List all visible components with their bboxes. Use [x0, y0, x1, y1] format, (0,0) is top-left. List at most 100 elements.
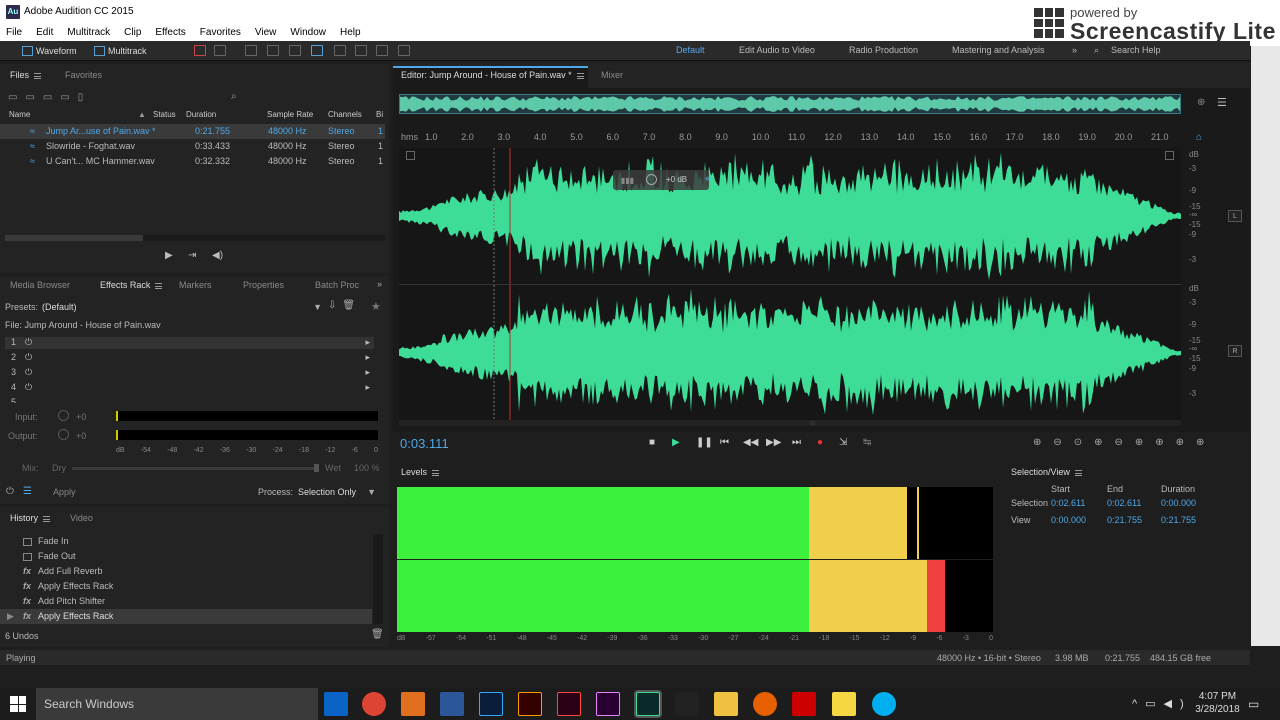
pen-app-icon[interactable]: [401, 692, 425, 716]
more-tabs-icon[interactable]: »: [377, 279, 382, 289]
selection-duration[interactable]: 0:00.000: [1161, 498, 1196, 508]
menu-edit[interactable]: Edit: [36, 27, 53, 38]
illustrator-icon[interactable]: [518, 692, 542, 716]
rewind-icon[interactable]: ◀◀: [743, 437, 758, 448]
acrobat-icon[interactable]: [792, 692, 816, 716]
col-duration[interactable]: Duration: [186, 110, 216, 119]
presets-dropdown[interactable]: (Default) ▼: [42, 302, 322, 312]
rack-slot[interactable]: 2 ⏻ ▸: [5, 352, 374, 364]
tab-favorites[interactable]: Favorites: [65, 70, 102, 80]
output-knob[interactable]: [58, 429, 69, 441]
move-tool-icon[interactable]: [245, 45, 257, 56]
col-name[interactable]: Name: [9, 110, 30, 119]
razor-tool-icon[interactable]: [267, 45, 279, 56]
marquee-tool-icon[interactable]: [334, 45, 346, 56]
rack-power-icon[interactable]: ⏻: [6, 486, 14, 497]
waveform-right-channel[interactable]: [399, 284, 1181, 421]
channel-right-toggle[interactable]: R: [1228, 345, 1242, 357]
col-channels[interactable]: Channels: [328, 110, 362, 119]
loop-icon[interactable]: ⇥: [188, 250, 196, 261]
clock[interactable]: 4:07 PM 3/28/2018: [1195, 691, 1240, 715]
fade-in-handle-icon[interactable]: [406, 151, 415, 160]
animate-icon[interactable]: [557, 692, 581, 716]
tab-media-browser[interactable]: Media Browser: [10, 280, 70, 290]
workspace-radio-production[interactable]: Radio Production: [849, 45, 918, 55]
scroll-grip-icon[interactable]: ⁝⁝⁝: [810, 420, 816, 427]
preset-actions-icons[interactable]: ⇩🗑: [328, 300, 361, 311]
selection-start[interactable]: 0:02.611: [1051, 498, 1085, 508]
workspace-edit-audio-to-video[interactable]: Edit Audio to Video: [739, 45, 815, 55]
volume-icon[interactable]: ◀): [212, 250, 223, 261]
photoshop-icon[interactable]: [479, 692, 503, 716]
channel-left-toggle[interactable]: L: [1228, 210, 1242, 222]
time-ruler[interactable]: hms 1.0 2.0 3.0 4.0 5.0 6.0 7.0 8.0 9.0 10.0 11.0 12…: [399, 130, 1181, 146]
files-scrollbar[interactable]: [5, 235, 385, 241]
rack-slot[interactable]: 3 ⏻ ▸: [5, 367, 374, 379]
tab-editor[interactable]: Editor: Jump Around - House of Pain.wav …: [401, 70, 584, 80]
history-item[interactable]: Fade Out: [0, 549, 372, 564]
search-help-field[interactable]: Search Help: [1111, 45, 1161, 55]
slot-arrow-icon[interactable]: ▸: [365, 352, 370, 363]
slot-arrow-icon[interactable]: ▸: [365, 382, 370, 393]
tab-mixer[interactable]: Mixer: [601, 70, 623, 80]
apply-button[interactable]: Apply: [53, 487, 76, 497]
view-start[interactable]: 0:00.000: [1051, 515, 1086, 525]
menu-file[interactable]: File: [6, 27, 22, 38]
view-duration[interactable]: 0:21.755: [1161, 515, 1196, 525]
record-icon[interactable]: ●: [817, 437, 823, 448]
play-icon[interactable]: ▶: [165, 250, 173, 261]
slot-arrow-icon[interactable]: ▸: [365, 337, 370, 348]
menu-help[interactable]: Help: [340, 27, 361, 38]
history-item[interactable]: fx Add Full Reverb: [0, 564, 372, 579]
overview-bar[interactable]: [399, 94, 1181, 114]
file-row[interactable]: ≈ Jump Ar...use of Pain.wav * 0:21.755 4…: [0, 124, 385, 139]
rack-slot[interactable]: 4 ⏻ ▸: [5, 382, 374, 394]
favorite-star-icon[interactable]: ★: [371, 300, 381, 313]
time-selection-tool-icon[interactable]: [311, 45, 323, 56]
history-item[interactable]: fx Add Pitch Shifter: [0, 594, 372, 609]
multitrack-mode-button[interactable]: Multitrack: [92, 44, 147, 58]
premiere-icon[interactable]: [596, 692, 620, 716]
input-knob[interactable]: [58, 410, 69, 422]
menu-view[interactable]: View: [255, 27, 277, 38]
more-workspaces-icon[interactable]: »: [1072, 45, 1077, 55]
play-button-icon[interactable]: ▶: [672, 437, 680, 448]
chrome-icon[interactable]: [362, 692, 386, 716]
tab-effects-rack[interactable]: Effects Rack: [100, 280, 163, 290]
power-icon[interactable]: ⏻: [25, 337, 32, 348]
menu-multitrack[interactable]: Multitrack: [67, 27, 110, 38]
process-dropdown[interactable]: Selection Only ▼: [298, 487, 376, 497]
hud-volume[interactable]: ▮▮▮ +0 dB: [613, 170, 709, 190]
slip-tool-icon[interactable]: [289, 45, 301, 56]
menu-clip[interactable]: Clip: [124, 27, 141, 38]
menu-favorites[interactable]: Favorites: [200, 27, 241, 38]
outlook-icon[interactable]: [324, 692, 348, 716]
history-item[interactable]: fx Apply Effects Rack: [0, 579, 372, 594]
tab-markers[interactable]: Markers: [179, 280, 212, 290]
selection-end[interactable]: 0:02.611: [1107, 498, 1141, 508]
tab-files[interactable]: Files: [10, 70, 42, 80]
editor-hscroll[interactable]: [399, 420, 1181, 426]
hud-pin-icon[interactable]: ⌖: [705, 174, 710, 185]
loop-playback-icon[interactable]: ⇲: [839, 437, 847, 448]
action-center-icon[interactable]: ▭: [1248, 697, 1259, 711]
ruler-lock-icon[interactable]: ⌂: [1196, 132, 1202, 143]
history-item[interactable]: Fade In: [0, 534, 372, 549]
file-explorer-icon[interactable]: [714, 692, 738, 716]
healing-tool-icon[interactable]: [398, 45, 410, 56]
fast-forward-icon[interactable]: ▶▶: [766, 437, 781, 448]
mix-slider[interactable]: [72, 467, 317, 470]
power-icon[interactable]: ⏻: [25, 382, 32, 393]
tab-batch-process[interactable]: Batch Proc: [315, 280, 359, 290]
slot-arrow-icon[interactable]: ▸: [365, 367, 370, 378]
windows-start-icon[interactable]: [10, 696, 26, 712]
hud-knob[interactable]: [646, 174, 657, 185]
history-item[interactable]: ▶ fx Apply Effects Rack: [0, 609, 372, 624]
workspace-mastering[interactable]: Mastering and Analysis: [952, 45, 1045, 55]
fade-out-handle-icon[interactable]: [1165, 151, 1174, 160]
skip-selection-icon[interactable]: ↹: [863, 437, 871, 448]
spectral-display-icon[interactable]: [194, 45, 206, 56]
rack-slot[interactable]: 1 ⏻ ▸: [5, 337, 374, 349]
files-search-icon[interactable]: ⌕: [231, 91, 237, 102]
tab-properties[interactable]: Properties: [243, 280, 284, 290]
